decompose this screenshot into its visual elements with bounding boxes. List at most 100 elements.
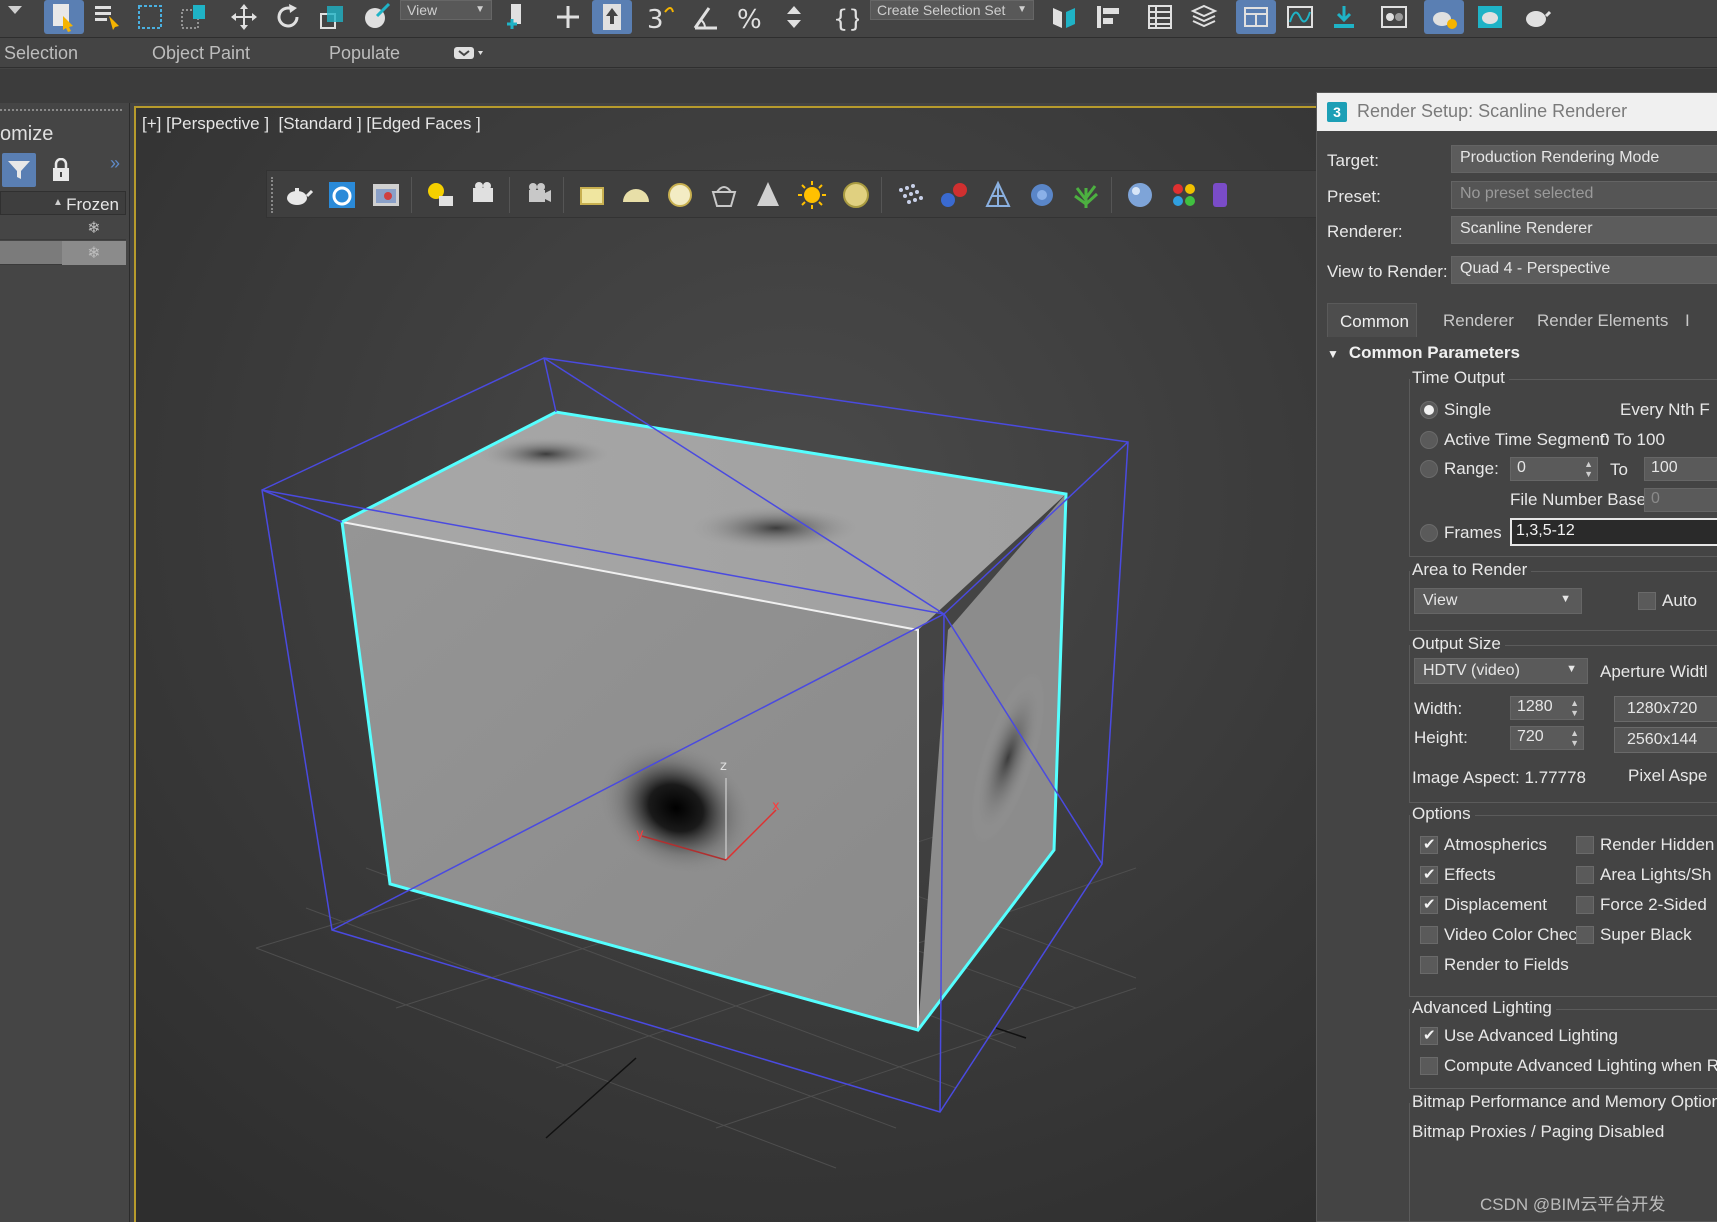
placement-button[interactable]: [356, 0, 396, 34]
percent-snap-button[interactable]: %: [730, 0, 770, 34]
use-advanced-lighting-checkbox[interactable]: [1420, 1026, 1438, 1045]
panel-grip[interactable]: [0, 109, 122, 113]
reference-coord-dropdown[interactable]: View ▼: [400, 0, 492, 20]
align-button[interactable]: [1088, 0, 1128, 34]
range-from-spinner[interactable]: 0 ▲ ▼: [1510, 457, 1598, 481]
geosphere-button[interactable]: [705, 177, 743, 213]
rotate-button[interactable]: [268, 0, 308, 34]
tab-more[interactable]: I: [1673, 303, 1702, 337]
frozen-column-header[interactable]: ▲ Frozen: [0, 191, 126, 215]
area-to-render-dropdown[interactable]: View ▼: [1414, 588, 1582, 614]
file-number-base-spinner[interactable]: 0: [1644, 488, 1717, 512]
teapot-button[interactable]: [279, 177, 317, 213]
range-to-spinner[interactable]: 100: [1644, 457, 1717, 481]
cone-button[interactable]: [749, 177, 787, 213]
target-dropdown[interactable]: Production Rendering Mode: [1451, 145, 1717, 173]
frames-input[interactable]: 1,3,5-12: [1510, 518, 1717, 546]
plane-button[interactable]: [573, 177, 611, 213]
snowflake-icon[interactable]: ❄: [62, 241, 126, 265]
force-2-sided-checkbox[interactable]: [1576, 896, 1594, 914]
tab-common[interactable]: Common: [1327, 303, 1417, 337]
renderer-dropdown[interactable]: Scanline Renderer: [1451, 216, 1717, 244]
compute-advanced-lighting-checkbox[interactable]: [1420, 1057, 1438, 1075]
mirror-button[interactable]: [1044, 0, 1084, 34]
ribbon-tab-object-paint[interactable]: Object Paint: [152, 43, 250, 64]
scatter-button[interactable]: [1023, 177, 1061, 213]
rigging-button[interactable]: [979, 177, 1017, 213]
curve-editor-button[interactable]: [1280, 0, 1320, 34]
render-hidden-checkbox[interactable]: [1576, 836, 1594, 854]
toolbar-grip[interactable]: [271, 177, 275, 213]
render-cycle-button[interactable]: [323, 177, 361, 213]
sphere-button[interactable]: [661, 177, 699, 213]
preset-dropdown[interactable]: No preset selected: [1451, 181, 1717, 209]
ribbon-tab-selection[interactable]: Selection: [4, 43, 78, 64]
edit-named-selections-button[interactable]: {}: [824, 0, 864, 34]
dynamics-button[interactable]: [935, 177, 973, 213]
output-size-preset-dropdown[interactable]: HDTV (video) ▼: [1414, 658, 1588, 684]
atmospherics-checkbox[interactable]: [1420, 835, 1438, 854]
dialog-titlebar[interactable]: 3 Render Setup: Scanline Renderer: [1317, 93, 1717, 131]
render-setup-button[interactable]: [1424, 0, 1464, 34]
filter-toggle-button[interactable]: [2, 153, 36, 187]
ribbon-tab-populate[interactable]: Populate: [329, 43, 400, 64]
ribbon-options-button[interactable]: [454, 45, 488, 61]
render-to-fields-checkbox[interactable]: [1420, 956, 1438, 974]
tab-renderer[interactable]: Renderer: [1431, 303, 1526, 337]
displacement-checkbox[interactable]: [1420, 895, 1438, 914]
select-manipulate-button[interactable]: [548, 0, 588, 34]
select-object-button[interactable]: [44, 0, 84, 34]
common-parameters-rollout[interactable]: ▼ Common Parameters: [1327, 343, 1520, 363]
rendered-frame-window-button[interactable]: [1470, 0, 1510, 34]
toggle-ribbon-button[interactable]: [1236, 0, 1276, 34]
video-color-check-checkbox[interactable]: [1420, 926, 1438, 944]
layer-explorer-button[interactable]: [1184, 0, 1224, 34]
move-button[interactable]: [224, 0, 264, 34]
table-row[interactable]: ❄: [0, 241, 126, 265]
schematic-view-button[interactable]: [1324, 0, 1364, 34]
lock-toggle-button[interactable]: [46, 155, 76, 185]
single-radio[interactable]: [1420, 401, 1438, 419]
snowflake-icon[interactable]: ❄: [62, 216, 126, 240]
preset-2560x1440-button[interactable]: 2560x144: [1614, 727, 1717, 753]
particles-button[interactable]: [891, 177, 929, 213]
super-black-checkbox[interactable]: [1576, 926, 1594, 944]
active-segment-radio[interactable]: [1420, 431, 1438, 449]
view-to-render-dropdown[interactable]: Quad 4 - Perspective: [1451, 256, 1717, 284]
selection-set-dropdown[interactable]: Create Selection Set ▼: [870, 0, 1034, 20]
area-lights-checkbox[interactable]: [1576, 866, 1594, 884]
spinner-snap-button[interactable]: [774, 0, 814, 34]
omni-light-button[interactable]: [837, 177, 875, 213]
keyboard-shortcut-override-button[interactable]: [592, 0, 632, 34]
perspective-viewport[interactable]: z x y [+] [Perspective ] [Standard ] [Ed…: [134, 106, 1329, 1222]
camera-list-button[interactable]: [465, 177, 503, 213]
snaps-toggle-button[interactable]: 3: [640, 0, 680, 34]
region-select-button[interactable]: [130, 0, 170, 34]
viewport-label-menu[interactable]: [+] [Perspective ] [Standard ] [Edged Fa…: [142, 114, 481, 134]
scale-button[interactable]: [312, 0, 352, 34]
hemisphere-button[interactable]: [617, 177, 655, 213]
select-by-name-button[interactable]: [88, 0, 128, 34]
height-spinner[interactable]: 720 ▲ ▼: [1510, 726, 1584, 750]
material-editor-button[interactable]: [1374, 0, 1414, 34]
material-sphere-button[interactable]: [1121, 177, 1159, 213]
render-production-button[interactable]: [1516, 0, 1556, 34]
render-frame-button[interactable]: [367, 177, 405, 213]
width-spinner[interactable]: 1280 ▲ ▼: [1510, 696, 1584, 720]
scene-explorer-toggle-button[interactable]: [1140, 0, 1180, 34]
auto-region-checkbox[interactable]: [1638, 592, 1656, 610]
toolbar-overflow-arrow[interactable]: [0, 0, 30, 34]
light-lister-button[interactable]: [421, 177, 459, 213]
pivot-center-button[interactable]: [498, 0, 538, 34]
sunlight-button[interactable]: [793, 177, 831, 213]
palette-button[interactable]: [1165, 177, 1203, 213]
window-crossing-button[interactable]: [174, 0, 214, 34]
more-tools-button[interactable]: [1209, 177, 1229, 213]
effects-checkbox[interactable]: [1420, 865, 1438, 884]
frames-radio[interactable]: [1420, 524, 1438, 542]
preset-1280x720-button[interactable]: 1280x720: [1614, 696, 1717, 722]
table-row[interactable]: ❄: [0, 216, 126, 240]
foliage-button[interactable]: [1067, 177, 1105, 213]
camera-button[interactable]: [519, 177, 557, 213]
tab-render-elements[interactable]: Render Elements: [1525, 303, 1680, 337]
